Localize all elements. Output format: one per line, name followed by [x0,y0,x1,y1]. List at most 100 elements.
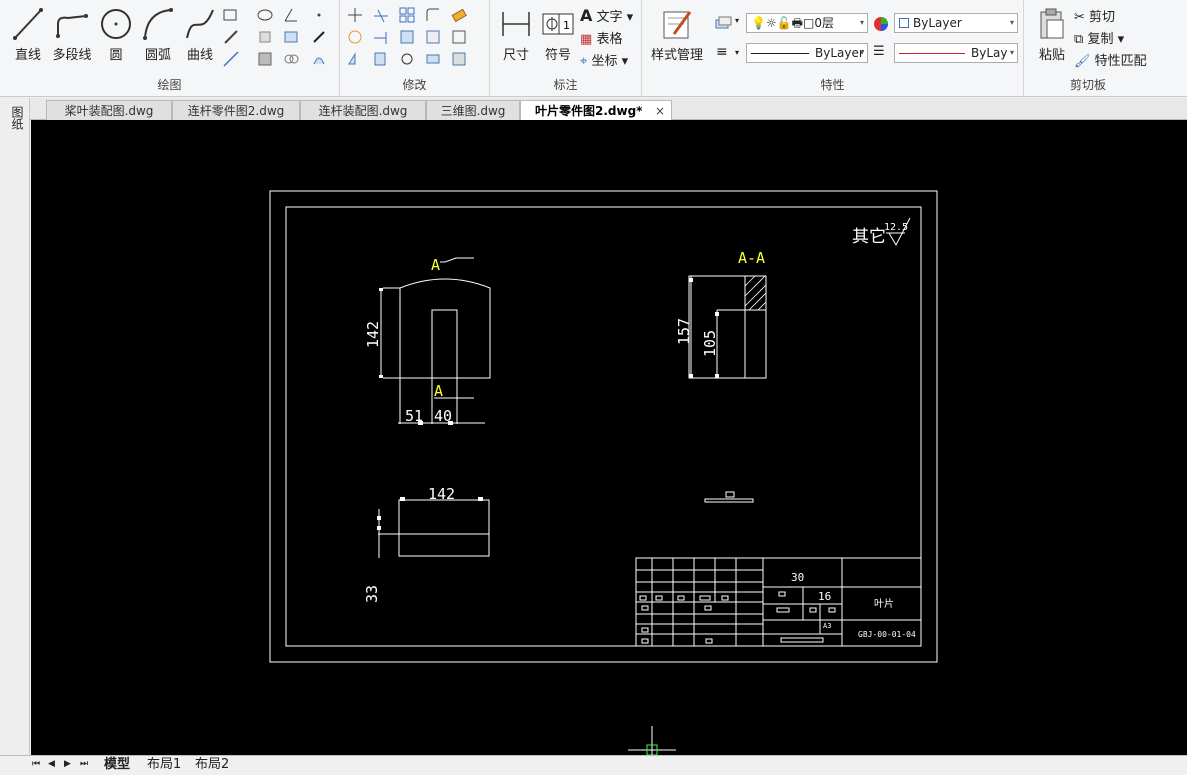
close-icon[interactable]: × [655,101,665,121]
match-tool[interactable]: 🖌 特性匹配 [1074,50,1147,69]
coordinate-tool-label: 坐标 [591,54,618,69]
layout-tab-layout1[interactable]: 布局1 [147,756,181,774]
doc-tab-5-label: 叶片零件图2.dwg* [535,104,643,118]
coordinate-tool[interactable]: ⌖ 坐标 ▾ [580,50,628,69]
doc-tab-1[interactable]: 桨叶装配图.dwg [46,100,172,120]
nav-prev-button[interactable]: ◀ [48,756,55,774]
copy-tool[interactable]: ⧉ 复制 ▾ [1074,28,1124,47]
table-icon: ▦ [580,32,593,47]
doc-tab-3[interactable]: 连杆装配图.dwg [300,100,426,120]
lineweight-dropdown[interactable]: ByLay ▾ [894,43,1018,63]
dim-height-section-inner: 105 [701,330,719,357]
circle-button[interactable]: 圆 [96,6,136,68]
scale-icon[interactable] [372,50,390,68]
sheet-panel-button[interactable]: 图纸 [9,106,24,130]
rotate-icon[interactable] [346,28,364,46]
properties-group: 样式管理 ▾ 💡☼🔓🖶□0层 ▾ ByLayer ▾ ≡ ▾ ByLayer ▾… [642,0,1024,97]
match-label: 特性匹配 [1094,54,1147,69]
eraser-icon[interactable] [450,6,468,24]
dim-thickness: 33 [363,585,381,603]
pen-icon[interactable] [310,28,328,46]
doc-tab-3-label: 连杆装配图.dwg [318,104,408,118]
layout-tab-model[interactable]: 模型 [104,756,130,774]
clipboard-group: 粘贴 ✂ 剪切 ⧉ 复制 ▾ 🖌 特性匹配 剪切板 [1024,0,1152,97]
dim-width-top: 142 [428,485,455,503]
color-wheel-icon[interactable] [872,15,890,33]
circle-icon [101,9,131,39]
region-icon[interactable] [256,28,274,46]
color-dropdown-arrow: ▾ [1009,18,1014,27]
svg-text:1: 1 [563,19,570,32]
wipeout-icon[interactable] [310,50,328,68]
cut-tool[interactable]: ✂ 剪切 [1074,6,1115,25]
boundary-icon[interactable] [256,50,274,68]
layer-props-arrow[interactable]: ▾ [735,16,739,25]
doc-tab-4-label: 三维图.dwg [440,104,506,118]
linetype-value: ByLayer [815,46,864,60]
section-view [688,275,767,379]
explode-icon[interactable] [450,50,468,68]
color-dropdown[interactable]: ByLayer ▾ [894,13,1018,33]
array-icon[interactable] [398,6,416,24]
line-button[interactable]: 直线 [8,6,48,68]
nav-next-button[interactable]: ▶ [64,756,71,774]
doc-tab-4[interactable]: 三维图.dwg [426,100,520,120]
doc-tab-2[interactable]: 连杆零件图2.dwg [172,100,300,120]
ellipse-icon[interactable] [256,6,274,24]
dimension-icon [502,12,530,36]
spline-label: 曲线 [186,48,213,63]
layout-tab-bar: ⏮ ◀ ▶ ⏭ 模型 布局1 布局2 [0,755,1187,775]
layer-color-swatch: □ [803,16,815,30]
layer-props-icon[interactable] [714,14,732,32]
move-icon[interactable] [346,6,364,24]
text-tool[interactable]: A 文字 ▾ [580,6,633,25]
mirror-icon[interactable] [346,50,364,68]
table-tool[interactable]: ▦ 表格 [580,28,622,47]
join-icon[interactable] [424,50,442,68]
section-marker-top: A [431,256,440,274]
spline-button[interactable]: 曲线 [180,6,220,68]
list-arrow[interactable]: ▾ [735,48,739,57]
hatch-line-icon[interactable] [222,28,240,46]
layer-sun-icon: ☼ [765,16,777,30]
line-label: 直线 [14,48,41,63]
stretch-icon[interactable] [450,28,468,46]
extend-icon[interactable] [372,28,390,46]
ribbon: 直线 多段线 圆 圆弧 曲线 绘图 修改 尺寸 1 符号 A 文字 ▾ ▦ 表格… [0,0,1187,97]
arc-button[interactable]: 圆弧 [138,6,178,68]
chamfer-icon[interactable] [424,28,442,46]
xline-icon[interactable] [222,50,240,68]
style-manager-label: 样式管理 [650,48,703,63]
style-manager-icon [663,11,692,39]
break-icon[interactable] [398,50,416,68]
fillet-icon[interactable] [424,6,442,24]
nav-first-button[interactable]: ⏮ [32,756,40,774]
drawing-canvas[interactable]: A A A-A 142 51 40 157 105 142 33 其它 12.5… [31,120,1187,755]
layout-tab-layout2[interactable]: 布局2 [195,756,229,774]
list-icon[interactable]: ≡ [716,44,728,60]
lineweight-icon[interactable]: ☰ [873,44,885,59]
angle-icon[interactable] [282,6,300,24]
section-title: A-A [738,249,765,267]
polyline-button[interactable]: 多段线 [50,6,94,68]
layer-dropdown[interactable]: 💡☼🔓🖶□0层 ▾ [746,13,868,33]
copy-icon: ⧉ [1074,32,1084,47]
offset-icon[interactable] [398,28,416,46]
cloud-icon[interactable] [282,50,300,68]
doc-tab-5[interactable]: 叶片零件图2.dwg* × [520,100,672,120]
polyline-icon [56,14,88,38]
style-manager-button[interactable]: 样式管理 [648,6,706,68]
point-icon[interactable] [310,6,328,24]
paste-button[interactable]: 粘贴 [1032,6,1072,68]
color-swatch [899,18,909,28]
doc-tab-2-label: 连杆零件图2.dwg [187,104,285,118]
sheet-panel-label: 图纸 [10,106,24,130]
dimension-button[interactable]: 尺寸 [496,6,536,68]
dim-height-section: 157 [675,318,693,345]
linetype-dropdown[interactable]: ByLayer ▾ [746,43,868,63]
nav-last-button[interactable]: ⏭ [80,756,88,774]
symbol-button[interactable]: 1 符号 [538,6,578,68]
table-draw-icon[interactable] [282,28,300,46]
trim-icon[interactable] [372,6,390,24]
rectangle-icon[interactable] [222,6,240,24]
